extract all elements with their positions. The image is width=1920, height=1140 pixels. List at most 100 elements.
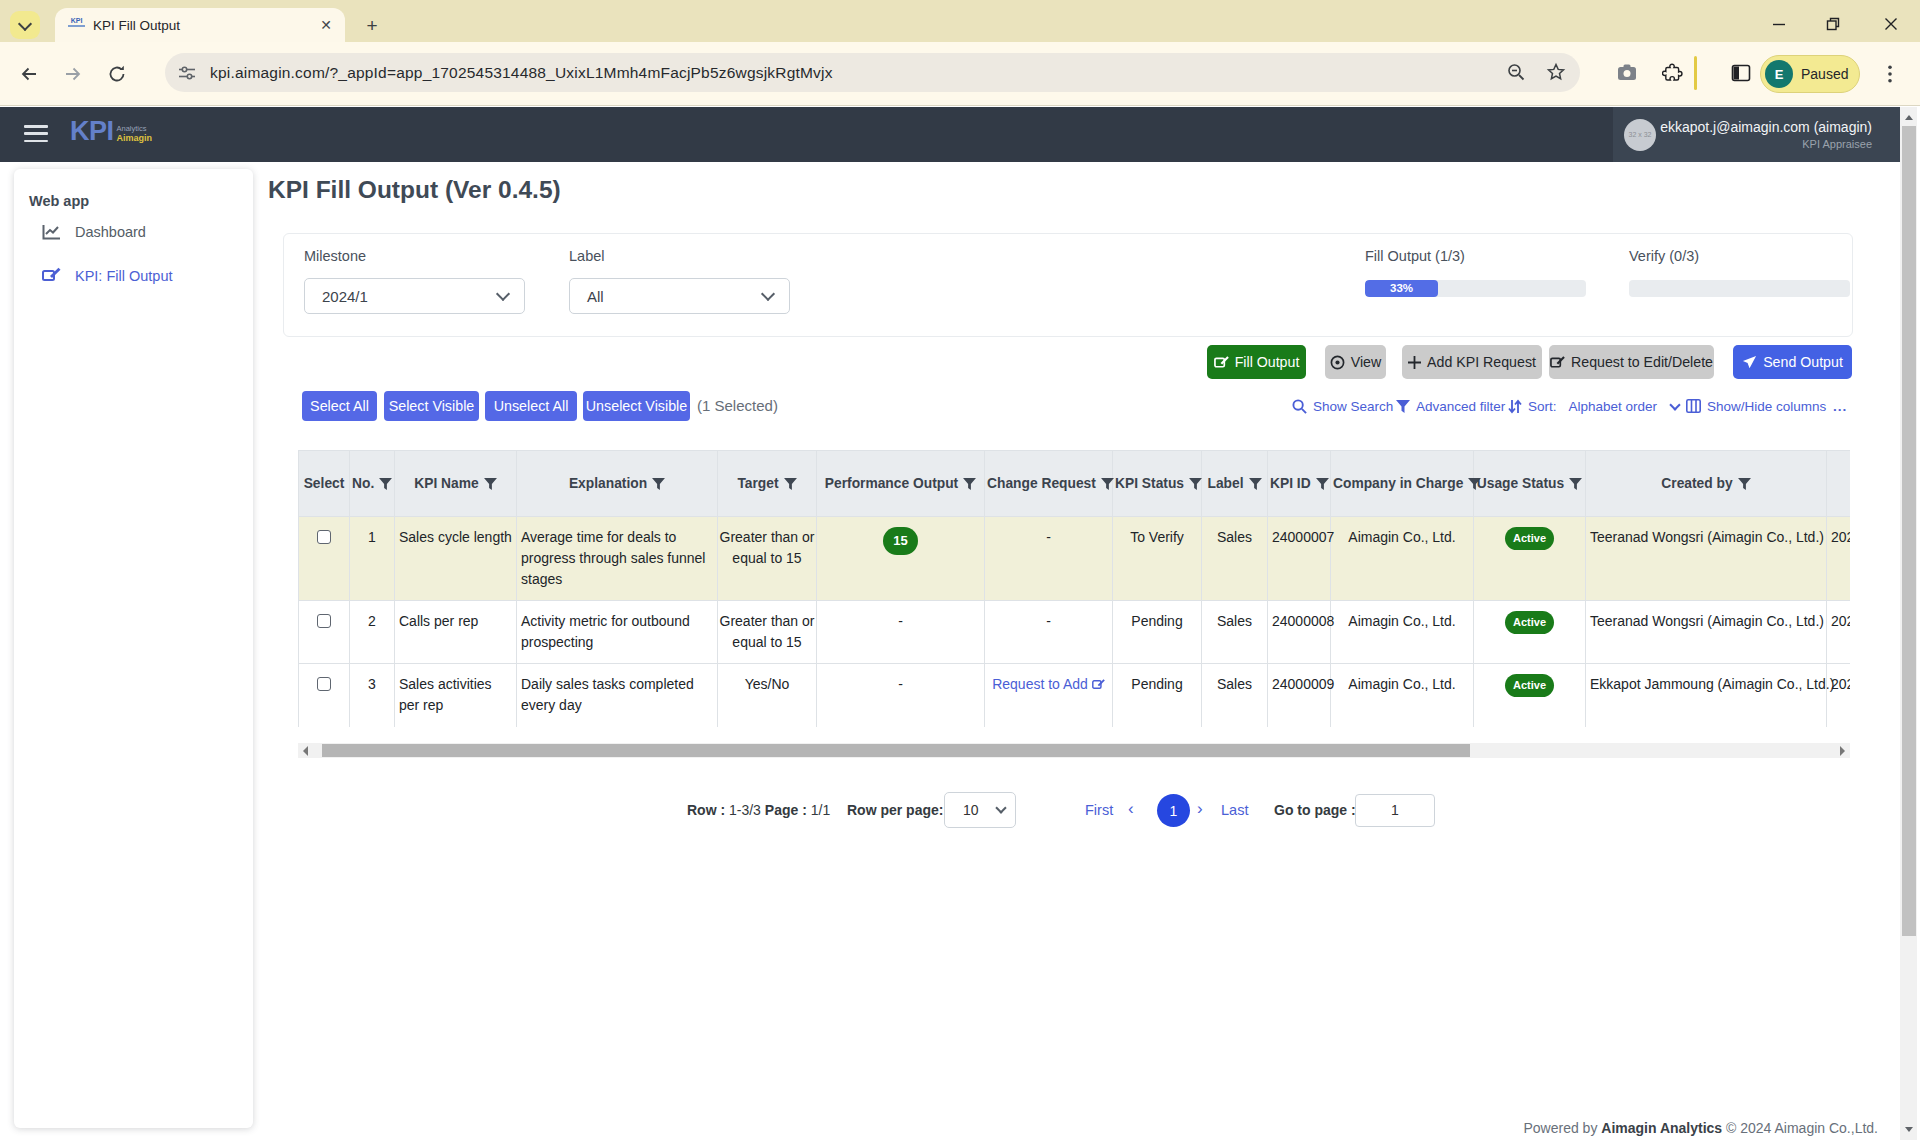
col-created-by[interactable]: Created by xyxy=(1586,451,1827,517)
window-minimize-button[interactable] xyxy=(1764,14,1794,34)
table-row: 1 Sales cycle length Average time for de… xyxy=(299,517,1851,601)
pagination-last[interactable]: Last xyxy=(1221,802,1248,818)
cell-target: Greater than or equal to 15 xyxy=(718,601,817,664)
cell-usage-status: Active xyxy=(1474,664,1586,728)
label-select[interactable]: All xyxy=(569,278,790,314)
col-performance-output[interactable]: Performance Output xyxy=(817,451,985,517)
scroll-down-icon[interactable] xyxy=(1905,1127,1913,1132)
site-settings-icon[interactable] xyxy=(178,64,196,82)
pagination-current-page[interactable]: 1 xyxy=(1157,794,1190,827)
avatar: 32 x 32 xyxy=(1624,119,1656,151)
sidebar-item-dashboard[interactable]: Dashboard xyxy=(42,224,146,240)
camera-icon[interactable] xyxy=(1616,62,1638,84)
scroll-right-icon[interactable] xyxy=(1840,746,1845,756)
sort-control[interactable]: Sort: Alphabet order xyxy=(1508,392,1679,420)
col-kpi-id[interactable]: KPI ID xyxy=(1268,451,1331,517)
tab-close-icon[interactable]: ✕ xyxy=(318,17,334,33)
new-tab-button[interactable]: + xyxy=(360,14,384,38)
sort-icon xyxy=(1508,399,1522,414)
cell-explanation: Daily sales tasks completed every day xyxy=(517,664,718,728)
scroll-left-icon[interactable] xyxy=(303,746,308,756)
add-kpi-request-button[interactable]: Add KPI Request xyxy=(1402,345,1542,379)
row-per-page-select[interactable]: 10 xyxy=(944,792,1016,828)
bookmark-star-icon[interactable] xyxy=(1546,62,1568,84)
col-created-date[interactable] xyxy=(1827,451,1851,517)
zoom-icon[interactable] xyxy=(1506,62,1528,84)
tab-search-button[interactable] xyxy=(10,11,40,39)
advanced-filter-button[interactable]: Advanced filter xyxy=(1396,392,1505,420)
unselect-all-button[interactable]: Unselect All xyxy=(485,391,577,421)
cell-usage-status: Active xyxy=(1474,601,1586,664)
cell-kpi-id: 24000008 xyxy=(1268,601,1331,664)
scroll-up-icon[interactable] xyxy=(1905,115,1913,120)
window-close-button[interactable] xyxy=(1876,14,1906,34)
view-button[interactable]: View xyxy=(1325,345,1386,379)
filter-icon xyxy=(484,478,497,490)
side-panel-icon[interactable] xyxy=(1730,62,1752,84)
col-company-in-charge[interactable]: Company in Charge xyxy=(1331,451,1474,517)
col-kpi-name[interactable]: KPI Name xyxy=(395,451,517,517)
edit-icon xyxy=(1550,355,1565,370)
reload-icon[interactable] xyxy=(105,62,129,86)
performance-badge[interactable]: 15 xyxy=(883,527,917,555)
columns-icon xyxy=(1686,399,1701,413)
plus-icon xyxy=(1408,356,1421,369)
goto-page-input[interactable]: 1 xyxy=(1355,794,1435,827)
cell-company: Aimagin Co., Ltd. xyxy=(1331,601,1474,664)
vertical-scrollbar[interactable] xyxy=(1900,107,1917,1140)
col-kpi-status[interactable]: KPI Status xyxy=(1113,451,1202,517)
sort-value[interactable]: Alphabet order xyxy=(1569,399,1658,414)
horizontal-scrollbar-thumb[interactable] xyxy=(322,744,1470,757)
col-target[interactable]: Target xyxy=(718,451,817,517)
back-icon[interactable] xyxy=(17,62,41,86)
cell-usage-status: Active xyxy=(1474,517,1586,601)
request-edit-delete-button[interactable]: Request to Edit/Delete xyxy=(1549,345,1714,379)
profile-button[interactable]: E Paused xyxy=(1760,55,1860,93)
row-checkbox[interactable] xyxy=(317,530,331,544)
footer-brand: Aimagin Analytics xyxy=(1601,1120,1722,1136)
col-select: Select xyxy=(299,451,350,517)
more-options-button[interactable]: ... xyxy=(1833,392,1847,420)
col-change-request[interactable]: Change Request xyxy=(985,451,1113,517)
user-panel[interactable]: 32 x 32 ekkapot.j@aimagin.com (aimagin) … xyxy=(1613,107,1903,162)
row-page-info: Row : 1-3/3 Page : 1/1 xyxy=(687,802,830,818)
col-no[interactable]: No. xyxy=(350,451,395,517)
filter-icon xyxy=(963,478,976,490)
line-chart-icon xyxy=(42,224,62,240)
vertical-scrollbar-thumb[interactable] xyxy=(1902,126,1916,936)
col-label[interactable]: Label xyxy=(1202,451,1268,517)
extensions-icon[interactable] xyxy=(1662,62,1684,84)
cell-kpi-name: Calls per rep xyxy=(395,601,517,664)
pagination-prev-icon[interactable]: ‹ xyxy=(1128,799,1134,819)
milestone-select[interactable]: 2024/1 xyxy=(304,278,525,314)
tab-title: KPI Fill Output xyxy=(93,18,318,33)
pagination-first[interactable]: First xyxy=(1085,802,1113,818)
select-all-button[interactable]: Select All xyxy=(302,391,377,421)
col-usage-status[interactable]: Usage Status xyxy=(1474,451,1586,517)
send-output-button[interactable]: Send Output xyxy=(1733,345,1852,379)
hamburger-menu-icon[interactable] xyxy=(24,125,48,142)
view-icon xyxy=(1330,355,1345,370)
row-checkbox[interactable] xyxy=(317,614,331,628)
browser-menu-icon[interactable] xyxy=(1880,62,1900,86)
pagination-next-icon[interactable]: › xyxy=(1197,799,1203,819)
row-checkbox[interactable] xyxy=(317,677,331,691)
fill-output-button[interactable]: Fill Output xyxy=(1207,345,1306,379)
request-to-add-link[interactable]: Request to Add xyxy=(992,676,1105,692)
app-logo[interactable]: KPI Analytics Aimagin xyxy=(70,116,152,147)
show-search-button[interactable]: Show Search xyxy=(1292,392,1393,420)
col-explanation[interactable]: Explanation xyxy=(517,451,718,517)
url-bar[interactable]: kpi.aimagin.com/?_appId=app_170254531448… xyxy=(165,53,1580,92)
horizontal-scrollbar[interactable] xyxy=(298,743,1850,758)
window-restore-button[interactable] xyxy=(1818,14,1848,34)
selected-count: (1 Selected) xyxy=(697,397,778,414)
sidebar-item-kpi-fill-output[interactable]: KPI: Fill Output xyxy=(42,267,173,284)
url-text: kpi.aimagin.com/?_appId=app_170254531448… xyxy=(210,64,833,82)
send-icon xyxy=(1742,355,1757,370)
forward-icon[interactable] xyxy=(61,62,85,86)
select-visible-button[interactable]: Select Visible xyxy=(384,391,479,421)
unselect-visible-button[interactable]: Unselect Visible xyxy=(583,391,690,421)
show-hide-columns-button[interactable]: Show/Hide columns xyxy=(1686,392,1826,420)
browser-tab[interactable]: KPI KPI Fill Output ✕ xyxy=(55,8,345,42)
verify-progress-bar xyxy=(1629,280,1850,297)
